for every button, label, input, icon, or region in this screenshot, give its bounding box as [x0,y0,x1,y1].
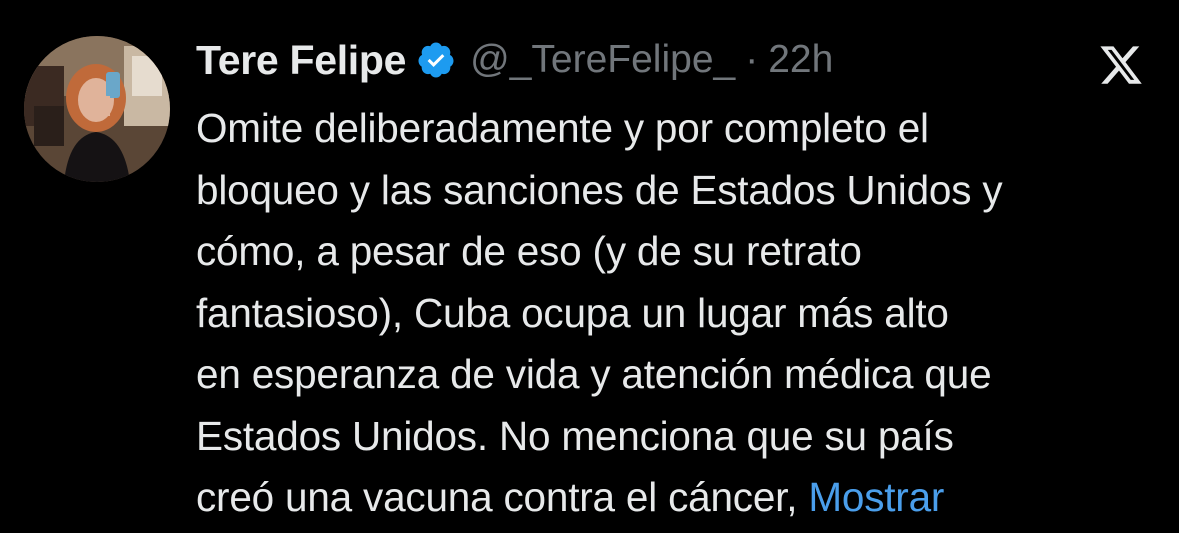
show-more-link[interactable]: Mostrar [808,474,944,520]
separator-dot: · [745,38,759,81]
tweet-text-last-line: creó una vacuna contra el cáncer, Mostra… [196,467,1166,529]
tweet-text-line: Omite deliberadamente y por completo el [196,105,929,151]
tweet-text-line: cómo, a pesar de eso (y de su retrato [196,228,862,274]
tweet-header: Tere Felipe @_TereFelipe_ · 22h [196,32,833,88]
verified-badge-icon[interactable] [416,40,456,80]
tweet-text-line: en esperanza de vida y atención médica q… [196,351,992,397]
tweet-text: Omite deliberadamente y por completo el … [196,98,1166,529]
tweet-text-line: fantasioso), Cuba ocupa un lugar más alt… [196,289,949,336]
avatar-photo [24,36,170,182]
timestamp[interactable]: 22h [768,38,833,82]
x-logo-icon[interactable] [1096,42,1146,88]
tweet-text-line: Estados Unidos. No menciona que su país [196,412,954,459]
display-name[interactable]: Tere Felipe [196,37,406,84]
handle[interactable]: @_TereFelipe_ [470,38,735,82]
tweet-text-line: bloqueo y las sanciones de Estados Unido… [196,166,1003,213]
tweet-text-line: creó una vacuna contra el cáncer, [196,474,798,520]
avatar[interactable] [24,36,170,182]
